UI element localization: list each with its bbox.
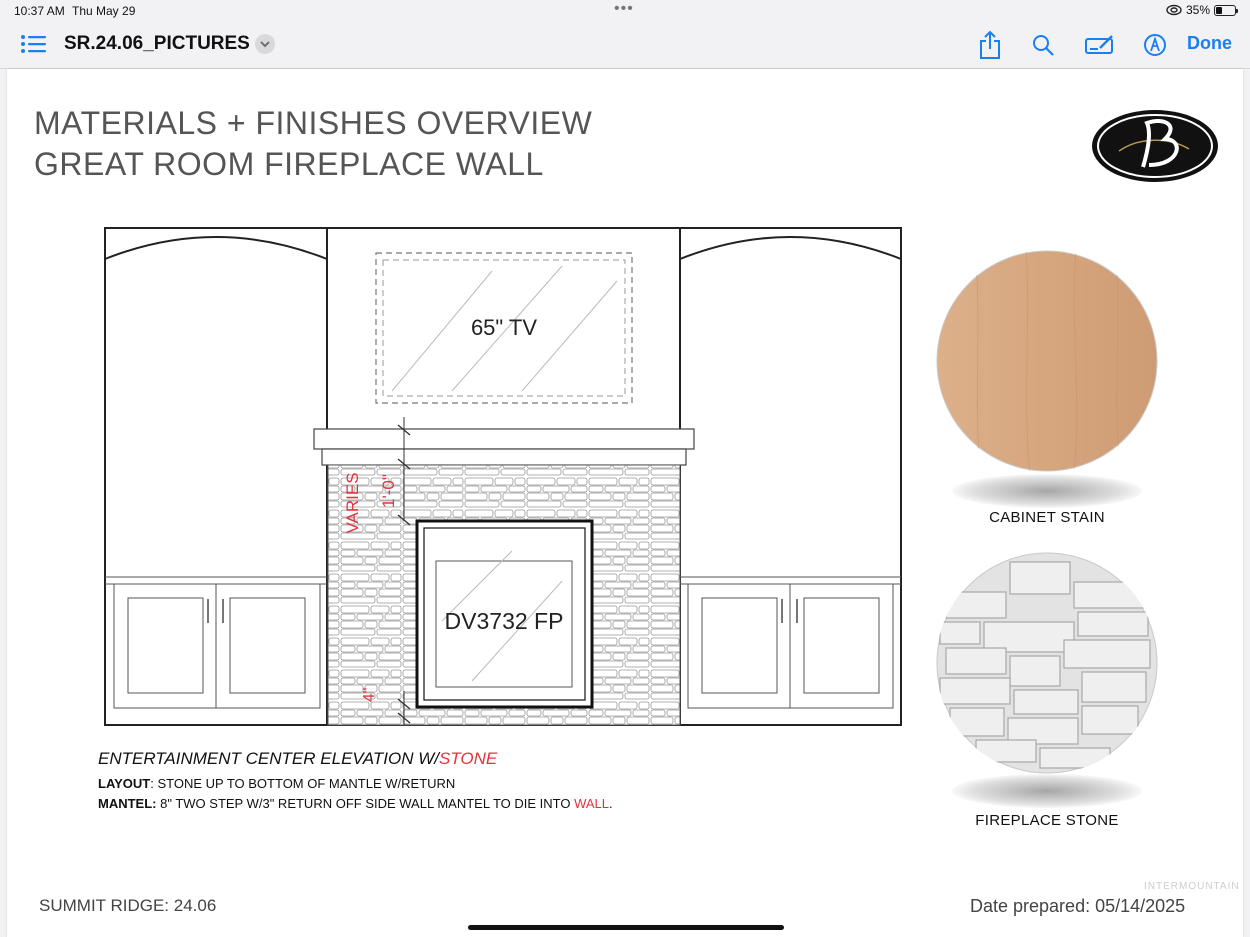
- mantel-note-accent: WALL: [574, 796, 610, 811]
- layout-note-text: : STONE UP TO BOTTOM OF MANTLE W/RETURN: [150, 776, 456, 791]
- done-button[interactable]: Done: [1187, 33, 1232, 54]
- nav-bar: SR.24.06_PICTURES Done: [0, 22, 1250, 69]
- battery-icon: [1214, 4, 1238, 16]
- heading-line-1: MATERIALS + FINISHES OVERVIEW: [34, 105, 593, 141]
- heading-line-2: GREAT ROOM FIREPLACE WALL: [34, 146, 544, 182]
- fireplace-label: DV3732 FP: [445, 608, 564, 634]
- pen-icon[interactable]: [1140, 30, 1170, 60]
- home-indicator[interactable]: [468, 925, 784, 930]
- fireplace-elevation-drawing: 65" TV DV3732 FP VARIES 1'-0" 4": [104, 227, 902, 726]
- dim-mantel-label: 1'-0": [379, 474, 398, 508]
- status-time: 10:37 AM: [14, 4, 65, 18]
- fireplace-stone-label: FIREPLACE STONE: [975, 812, 1119, 829]
- mantel-note: MANTEL: 8" TWO STEP W/3" RETURN OFF SIDE…: [98, 796, 613, 811]
- brand-logo: [1092, 110, 1218, 182]
- caption-accent: STONE: [438, 749, 498, 768]
- mantel-note-label: MANTEL:: [98, 796, 157, 811]
- tv-label: 65" TV: [471, 315, 537, 340]
- status-bar: 10:37 AM Thu May 29 ••• 35%: [0, 0, 1250, 22]
- date-prepared: Date prepared: 05/14/2025: [970, 896, 1186, 916]
- mantel-note-end: .: [609, 796, 613, 811]
- cabinet-swatch-shadow: [952, 474, 1142, 508]
- list-icon[interactable]: [20, 32, 48, 56]
- layout-note: LAYOUT: STONE UP TO BOTTOM OF MANTLE W/R…: [98, 776, 455, 791]
- wifi-icon: [1166, 4, 1182, 16]
- document-title[interactable]: SR.24.06_PICTURES: [64, 33, 250, 55]
- project-footer: SUMMIT RIDGE: 24.06: [39, 896, 217, 915]
- search-icon[interactable]: [1028, 30, 1058, 60]
- fireplace-stone-swatch: [936, 552, 1158, 774]
- battery-percent: 35%: [1185, 3, 1210, 17]
- caption-main: ENTERTAINMENT CENTER ELEVATION W/: [98, 749, 439, 768]
- status-date: Thu May 29: [72, 4, 136, 18]
- mantel-note-text: 8" TWO STEP W/3" RETURN OFF SIDE WALL MA…: [156, 796, 575, 811]
- chevron-down-icon[interactable]: [255, 34, 275, 54]
- drawing-caption: ENTERTAINMENT CENTER ELEVATION W/STONE: [98, 749, 497, 769]
- cabinet-stain-swatch: [936, 250, 1158, 472]
- document-page: MATERIALS + FINISHES OVERVIEW GREAT ROOM…: [7, 69, 1243, 937]
- cabinet-stain-label: CABINET STAIN: [989, 509, 1105, 526]
- stone-swatch-shadow: [952, 774, 1142, 808]
- multitask-dots-icon[interactable]: •••: [614, 0, 634, 18]
- layout-note-label: LAYOUT: [98, 776, 151, 791]
- varies-label: VARIES: [343, 472, 362, 533]
- share-icon[interactable]: [975, 30, 1005, 60]
- watermark: INTERMOUNTAIN: [1144, 881, 1240, 892]
- page-heading: MATERIALS + FINISHES OVERVIEW GREAT ROOM…: [34, 103, 592, 185]
- dim-hearth-label: 4": [361, 688, 378, 703]
- markup-icon[interactable]: [1083, 30, 1117, 60]
- status-right: 35%: [1166, 3, 1238, 17]
